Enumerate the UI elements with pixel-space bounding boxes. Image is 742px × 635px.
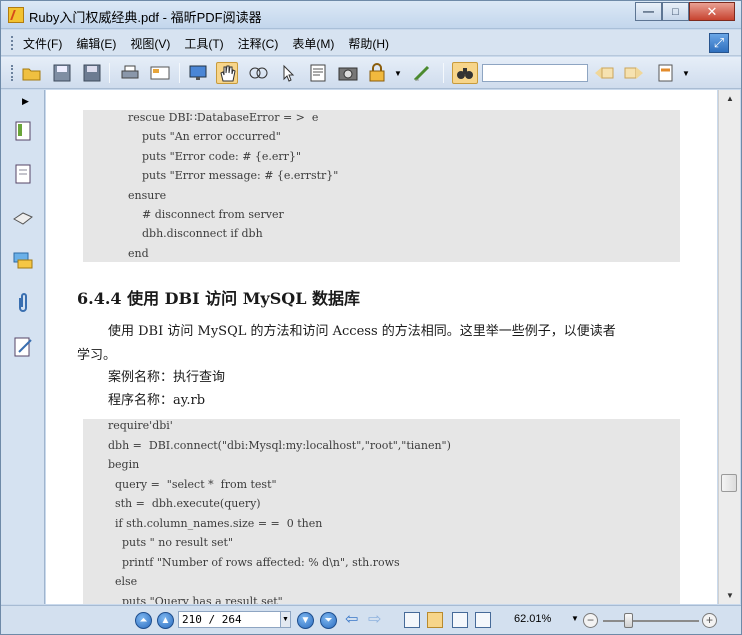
toolbar-grip-handle[interactable] (11, 65, 13, 81)
vertical-scrollbar[interactable]: ▲ ▼ (718, 90, 740, 604)
forward-arrow-icon[interactable]: ⇨ (368, 611, 381, 629)
find-input[interactable] (482, 64, 588, 82)
minimize-button[interactable]: — (635, 2, 662, 21)
menu-help[interactable]: 帮助(H) (348, 35, 389, 52)
navigation-panel: ▶ (1, 90, 45, 604)
select-arrow-icon[interactable] (277, 62, 299, 84)
menu-grip-handle[interactable] (11, 36, 13, 50)
snapshot-icon[interactable] (337, 62, 359, 84)
code-line: dbh = DBI.connect("dbi:Mysql:my:localhos… (108, 439, 451, 452)
print-icon[interactable] (119, 62, 141, 84)
zoom-glass-icon[interactable] (247, 62, 269, 84)
back-arrow-icon[interactable]: ⇦ (345, 611, 358, 629)
panel-expand-icon[interactable]: ▶ (22, 96, 29, 107)
scroll-up-icon[interactable]: ▲ (719, 90, 741, 107)
sign-icon[interactable] (411, 62, 433, 84)
code-line: ensure (128, 189, 167, 202)
code-line: printf "Number of rows affected: % d\n",… (108, 556, 400, 569)
zoom-in-icon[interactable]: + (702, 613, 717, 628)
hand-tool-icon[interactable] (216, 62, 238, 84)
paragraph-line: 使用 DBI 访问 MySQL 的方法和访问 Access 的方法相同。这里举一… (108, 324, 616, 339)
menu-edit[interactable]: 编辑(E) (76, 35, 116, 52)
attachments-icon[interactable] (12, 292, 34, 314)
highlight-icon[interactable] (655, 62, 677, 84)
comments-icon[interactable] (12, 250, 34, 272)
code-line: dbh.disconnect if dbh (128, 227, 263, 240)
code-line: puts "An error occurred" (128, 130, 281, 143)
code-line: end (128, 247, 149, 260)
bookmarks-icon[interactable] (12, 120, 34, 142)
first-page-icon[interactable]: ⏶ (135, 612, 152, 629)
code-line: rescue DBI∷DatabaseError = > e (128, 111, 319, 124)
page-dropdown-icon[interactable]: ▼ (280, 611, 291, 628)
paragraph-line: 学习。 (77, 348, 117, 363)
app-window: Ruby入门权威经典.pdf - 福昕PDF阅读器 — □ ✕ 文件(F) 编辑… (0, 0, 742, 635)
code-line: puts "Error code: # {e.err}" (128, 150, 301, 163)
code-line: sth = dbh.execute(query) (108, 497, 261, 510)
zoom-slider-thumb[interactable] (624, 613, 633, 628)
section-heading: 6.4.4 使用 DBI 访问 MySQL 数据库 (77, 289, 361, 308)
menu-view[interactable]: 视图(V) (130, 35, 170, 52)
facing-view-icon[interactable] (452, 612, 468, 628)
continuous-view-icon[interactable] (427, 612, 443, 628)
save-as-icon[interactable] (81, 62, 103, 84)
program-name-text: 程序名称：ay.rb (108, 393, 206, 408)
scroll-down-icon[interactable]: ▼ (719, 587, 741, 604)
code-line: else (108, 575, 138, 588)
pages-icon[interactable] (12, 163, 34, 185)
zoom-level[interactable]: 62.01% (514, 613, 551, 625)
close-button[interactable]: ✕ (689, 2, 735, 21)
code-line: # disconnect from server (128, 208, 284, 221)
open-folder-icon[interactable] (21, 62, 43, 84)
highlight-dropdown-icon[interactable]: ▼ (681, 62, 691, 84)
code-line: puts "Error message: # {e.errstr}" (128, 169, 339, 182)
rms-lock-icon[interactable] (367, 62, 389, 84)
code-line: puts " no result set" (108, 536, 234, 549)
menu-file[interactable]: 文件(F) (23, 35, 62, 52)
signature-icon[interactable] (12, 336, 34, 358)
save-icon[interactable] (51, 62, 73, 84)
code-line: begin (108, 458, 140, 471)
code-line: if sth.column_names.size = = 0 then (108, 517, 323, 530)
text-select-icon[interactable] (307, 62, 329, 84)
zoom-out-icon[interactable]: − (583, 613, 598, 628)
last-page-icon[interactable]: ⏷ (320, 612, 337, 629)
maximize-button[interactable]: □ (662, 2, 689, 21)
page-number-input[interactable]: 210 / 264 (178, 611, 282, 628)
code-line: query = "select * from test" (108, 478, 277, 491)
menu-forms[interactable]: 表单(M) (292, 35, 334, 52)
foxit-app-icon (8, 7, 24, 23)
properties-icon[interactable] (149, 62, 171, 84)
code-line: require'dbi' (108, 419, 173, 432)
case-name-text: 案例名称：执行查询 (108, 370, 226, 385)
find-prev-icon[interactable] (593, 62, 615, 84)
window-title: Ruby入门权威经典.pdf - 福昕PDF阅读器 (29, 10, 262, 25)
fullscreen-icon[interactable] (187, 62, 209, 84)
previous-page-icon[interactable]: ▲ (157, 612, 174, 629)
layers-icon[interactable] (12, 206, 34, 228)
menu-tools[interactable]: 工具(T) (184, 35, 223, 52)
restore-window-icon[interactable]: ⤢ (709, 33, 729, 53)
main-toolbar: ▼ ▼ (1, 57, 741, 89)
find-next-icon[interactable] (623, 62, 645, 84)
continuous-facing-view-icon[interactable] (475, 612, 491, 628)
title-bar: Ruby入门权威经典.pdf - 福昕PDF阅读器 — □ ✕ (1, 1, 741, 29)
code-line: puts "Query has a result set" (108, 595, 283, 604)
zoom-slider-track[interactable] (603, 620, 699, 622)
window-controls: — □ ✕ (635, 2, 735, 21)
menu-comments[interactable]: 注释(C) (238, 35, 279, 52)
zoom-dropdown-icon[interactable]: ▼ (571, 614, 579, 623)
scroll-thumb[interactable] (721, 474, 737, 492)
status-bar: ⏶ ▲ 210 / 264 ▼ ▼ ⏷ ⇦ ⇨ 62.01% ▼ − + (1, 605, 741, 634)
single-page-view-icon[interactable] (404, 612, 420, 628)
document-view[interactable]: rescue DBI∷DatabaseError = > e puts "An … (46, 90, 717, 604)
binoculars-icon[interactable] (452, 62, 478, 84)
next-page-icon[interactable]: ▼ (297, 612, 314, 629)
rms-dropdown-icon[interactable]: ▼ (393, 62, 403, 84)
menu-bar: 文件(F) 编辑(E) 视图(V) 工具(T) 注释(C) 表单(M) 帮助(H… (1, 30, 741, 56)
